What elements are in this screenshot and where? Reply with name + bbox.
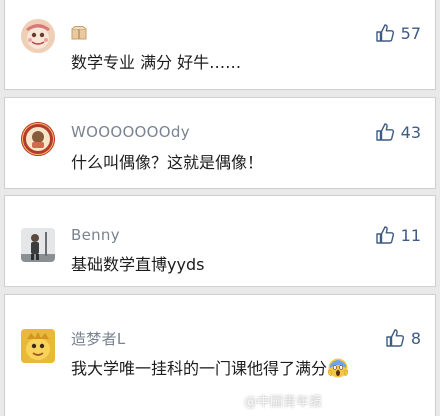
thumbs-up-icon xyxy=(375,23,395,43)
watermark: @中国青年报 xyxy=(226,391,322,410)
comment-text: 什么叫偶像？这就是偶像！ xyxy=(71,153,264,172)
watermark-text: @中国青年报 xyxy=(243,395,322,410)
screaming-face-emoji-icon xyxy=(327,358,349,378)
avatar-image xyxy=(21,19,55,53)
like-count: 11 xyxy=(400,225,421,245)
comment-card: Benny 基础数学直博yyds 11 xyxy=(4,195,436,287)
comment-card: 造梦者L 我大学唯一挂科的一门课他得了满分 8 xyxy=(4,294,436,416)
avatar[interactable] xyxy=(21,122,55,156)
like-button[interactable]: 57 xyxy=(375,22,421,44)
avatar-image xyxy=(21,329,55,363)
avatar[interactable] xyxy=(21,329,55,363)
username[interactable]: WOOOOOOOdy xyxy=(71,123,190,141)
thumbs-up-icon xyxy=(385,328,405,348)
weibo-logo-icon xyxy=(226,395,241,407)
avatar-image xyxy=(21,228,55,262)
username[interactable]: 造梦者L xyxy=(71,328,126,349)
comment-text: 数学专业 满分 好牛…… xyxy=(71,53,242,72)
comment-card: WOOOOOOOdy 什么叫偶像？这就是偶像！ 43 xyxy=(4,97,436,189)
avatar[interactable] xyxy=(21,228,55,262)
like-button[interactable]: 43 xyxy=(375,121,421,143)
avatar[interactable] xyxy=(21,19,55,53)
thumbs-up-icon xyxy=(375,225,395,245)
comment-text-content: 我大学唯一挂科的一门课他得了满分 xyxy=(71,359,328,378)
like-button[interactable]: 11 xyxy=(375,224,421,246)
like-count: 8 xyxy=(410,328,421,348)
comment-text: 基础数学直博yyds xyxy=(71,255,205,274)
avatar-image xyxy=(21,122,55,156)
comment-text: 我大学唯一挂科的一门课他得了满分 xyxy=(71,355,349,379)
thumbs-up-icon xyxy=(375,122,395,142)
like-button[interactable]: 8 xyxy=(385,327,421,349)
username[interactable]: Benny xyxy=(71,226,120,244)
like-count: 57 xyxy=(400,23,421,43)
username-icon xyxy=(71,26,87,40)
package-icon xyxy=(71,26,87,40)
like-count: 43 xyxy=(400,122,421,142)
comment-card: 数学专业 满分 好牛…… 57 xyxy=(4,0,436,90)
